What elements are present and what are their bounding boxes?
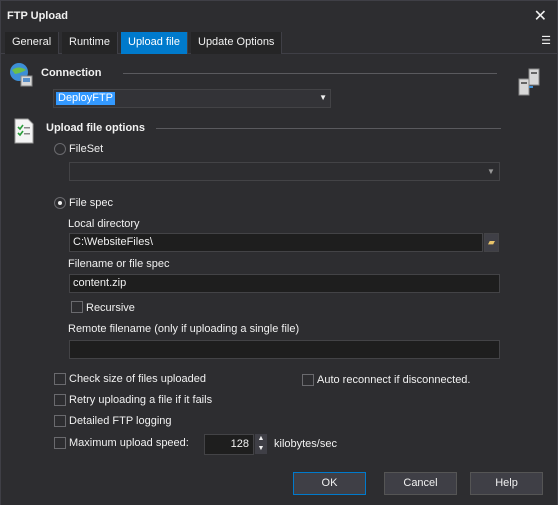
filename-label: Filename or file spec <box>68 258 170 270</box>
connection-value: DeployFTP <box>56 92 116 105</box>
chevron-down-icon: ▼ <box>319 93 327 102</box>
local-directory-value: C:\WebsiteFiles\ <box>73 236 153 248</box>
fileset-radio[interactable] <box>54 143 66 155</box>
remote-filename-input[interactable] <box>69 340 500 359</box>
auto-reconnect-checkbox[interactable] <box>302 374 314 386</box>
tab-update-options[interactable]: Update Options <box>191 32 283 54</box>
tab-general[interactable]: General <box>5 32 60 54</box>
close-icon[interactable]: ✕ <box>534 6 547 26</box>
title-bar: FTP Upload ✕ <box>1 1 557 31</box>
speed-unit-label: kilobytes/sec <box>274 438 337 450</box>
connection-section-label: Connection <box>41 67 102 79</box>
stepper-down-icon[interactable]: ▼ <box>255 444 267 454</box>
filename-value: content.zip <box>73 277 127 289</box>
upload-section-label: Upload file options <box>46 122 145 134</box>
ftp-servers-icon <box>518 68 540 96</box>
upload-separator <box>156 128 501 129</box>
checklist-icon <box>14 118 34 144</box>
filename-input[interactable]: content.zip <box>69 274 500 293</box>
connection-select[interactable]: DeployFTP ▼ <box>53 89 331 108</box>
tab-bar: General Runtime Upload file Update Optio… <box>1 32 557 54</box>
tab-runtime[interactable]: Runtime <box>62 32 118 54</box>
retry-checkbox[interactable] <box>54 394 66 406</box>
stepper-up-icon[interactable]: ▲ <box>255 434 267 444</box>
window-title: FTP Upload <box>7 10 68 22</box>
max-speed-checkbox[interactable] <box>54 437 66 449</box>
auto-reconnect-label: Auto reconnect if disconnected. <box>317 374 471 386</box>
ftp-connection-icon <box>10 63 33 87</box>
recursive-checkbox[interactable] <box>71 301 83 313</box>
help-button[interactable]: Help <box>470 472 543 495</box>
detailed-logging-label: Detailed FTP logging <box>69 415 172 427</box>
filespec-label: File spec <box>69 197 114 209</box>
upload-file-panel: Connection DeployFTP ▼ Upload file optio… <box>1 55 557 505</box>
local-directory-input[interactable]: C:\WebsiteFiles\ <box>69 233 483 252</box>
max-speed-input[interactable]: 128 <box>204 434 254 455</box>
cancel-button[interactable]: Cancel <box>384 472 457 495</box>
recursive-label: Recursive <box>86 302 135 314</box>
check-size-label: Check size of files uploaded <box>69 373 206 385</box>
ok-button[interactable]: OK <box>293 472 366 495</box>
remote-filename-label: Remote filename (only if uploading a sin… <box>68 323 300 335</box>
max-speed-value: 128 <box>230 438 249 450</box>
connection-separator <box>123 73 497 74</box>
browse-folder-icon[interactable]: ▰ <box>484 233 499 252</box>
tab-menu-icon[interactable]: ☰ <box>541 34 551 47</box>
fileset-combo[interactable]: ▼ <box>69 162 500 181</box>
fileset-label: FileSet <box>69 143 104 155</box>
check-size-checkbox[interactable] <box>54 373 66 385</box>
chevron-down-icon: ▼ <box>487 167 495 176</box>
local-directory-label: Local directory <box>68 218 140 230</box>
filespec-radio[interactable] <box>54 197 66 209</box>
retry-label: Retry uploading a file if it fails <box>69 394 213 406</box>
max-speed-label: Maximum upload speed: <box>69 437 189 449</box>
ftp-upload-dialog: FTP Upload ✕ General Runtime Upload file… <box>0 0 558 505</box>
detailed-logging-checkbox[interactable] <box>54 415 66 427</box>
tab-upload-file[interactable]: Upload file <box>121 32 188 54</box>
speed-stepper[interactable]: ▲ ▼ <box>255 434 267 455</box>
